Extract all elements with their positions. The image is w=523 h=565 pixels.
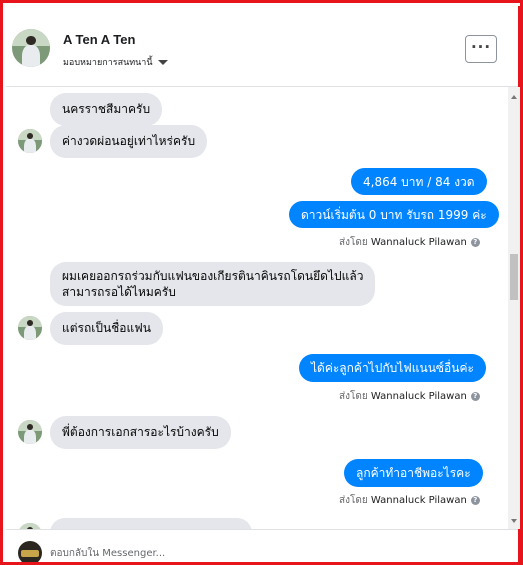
outgoing-message: 4,864 บาท / 84 งวด xyxy=(351,168,487,195)
incoming-message: ค่างวดผ่อนอยู่เท่าไหร่ครับ xyxy=(50,125,208,158)
message-scrollbar[interactable] xyxy=(508,87,520,529)
outgoing-message: ดาวน์เริ่มต้น 0 บาท รับรถ 1999 ค่ะ xyxy=(289,201,499,228)
assign-conversation-label: มอบหมายการสนทนานี้ xyxy=(63,58,153,68)
help-icon[interactable]: ? xyxy=(470,391,480,401)
sent-by-author[interactable]: Wannaluck Pilawan xyxy=(371,391,467,402)
incoming-message: พี่ต้องการเอกสารอะไรบ้างครับ xyxy=(50,416,231,449)
scroll-up-icon[interactable] xyxy=(511,95,517,99)
help-icon[interactable]: ? xyxy=(470,237,480,247)
page-avatar xyxy=(18,541,42,562)
chat-panel: A Ten A Ten มอบหมายการสนทนานี้ ··· นครรา… xyxy=(6,6,520,562)
assign-conversation-dropdown[interactable]: มอบหมายการสนทนานี้ xyxy=(63,55,168,69)
reply-input[interactable]: ตอบกลับใน Messenger... xyxy=(50,546,165,561)
sent-by-author[interactable]: Wannaluck Pilawan xyxy=(371,237,467,248)
sent-by-label: ส่งโดย Wannaluck Pilawan? xyxy=(339,389,480,404)
incoming-message-partial xyxy=(50,518,252,529)
caret-down-icon xyxy=(157,60,168,65)
contact-avatar-small xyxy=(18,129,42,153)
incoming-message: แต่รถเป็นชื่อแฟน xyxy=(50,312,163,345)
scrollbar-thumb[interactable] xyxy=(510,254,518,300)
contact-avatar[interactable] xyxy=(12,29,50,67)
incoming-message: ผมเคยออกรถร่วมกับแฟนของเกียรตินาคินรถโดน… xyxy=(50,262,376,306)
outgoing-message: ได้ค่ะลูกค้าไปกับไฟแนนซ์อื่นค่ะ xyxy=(299,354,486,382)
scroll-down-icon[interactable] xyxy=(511,519,517,523)
outgoing-message: ลูกค้าทำอาชีพอะไรคะ xyxy=(344,459,483,487)
contact-avatar-small xyxy=(18,316,42,340)
more-options-button[interactable]: ··· xyxy=(465,35,497,63)
sent-by-label: ส่งโดย Wannaluck Pilawan? xyxy=(339,235,480,250)
chat-header: A Ten A Ten มอบหมายการสนทนานี้ ··· xyxy=(6,6,518,87)
sent-by-label: ส่งโดย Wannaluck Pilawan? xyxy=(339,493,480,508)
window-frame: A Ten A Ten มอบหมายการสนทนานี้ ··· นครรา… xyxy=(0,0,523,565)
incoming-message: นครราชสีมาครับ xyxy=(50,93,163,126)
reply-composer[interactable]: ตอบกลับใน Messenger... xyxy=(6,529,518,562)
help-icon[interactable]: ? xyxy=(470,495,480,505)
contact-avatar-small xyxy=(18,420,42,444)
contact-name[interactable]: A Ten A Ten xyxy=(63,32,135,47)
message-list: นครราชสีมาครับ ค่างวดผ่อนอยู่เท่าไหร่ครั… xyxy=(6,87,506,529)
sent-by-author[interactable]: Wannaluck Pilawan xyxy=(371,495,467,506)
